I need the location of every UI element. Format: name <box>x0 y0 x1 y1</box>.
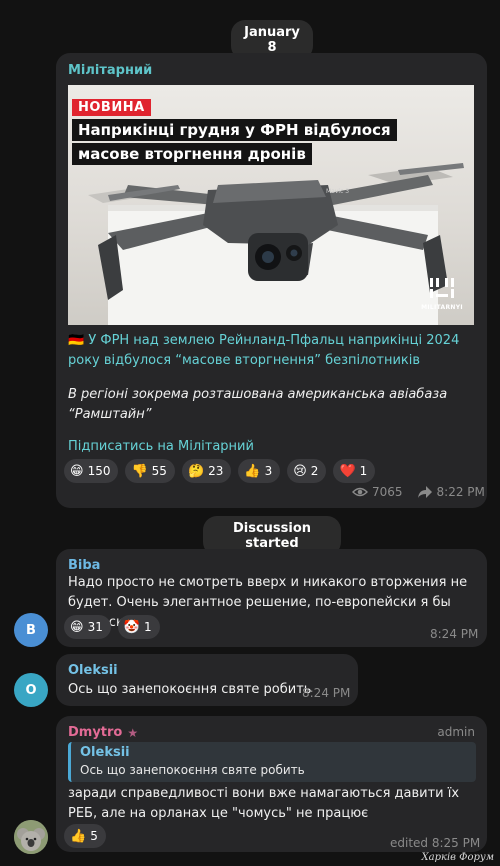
reply-text: Ось що занепокоєння святе робить <box>80 763 305 777</box>
channel-post: Мілітарний Mavic 3 НОВИНА Наприкінці гру… <box>56 53 487 508</box>
reaction-clown[interactable]: 🤡 1 <box>117 615 160 639</box>
reaction-grin[interactable]: 😁 150 <box>64 459 119 483</box>
post-text-2: В регіоні зокрема розташована американсь… <box>68 387 448 422</box>
reaction-thumbs-up[interactable]: 👍 5 <box>64 824 106 848</box>
share-forward-icon[interactable] <box>417 485 433 499</box>
reaction-sad[interactable]: 😢 2 <box>287 459 327 483</box>
watermark-text: MILITARNYI <box>421 304 463 311</box>
avatar-oleksii[interactable]: O <box>14 673 48 707</box>
message-text: Ось що занепокоєння святе робить <box>68 682 312 697</box>
post-image[interactable]: Mavic 3 НОВИНА Наприкінці грудня у ФРН в… <box>68 85 474 325</box>
message-time: 8:24 PM <box>430 627 479 641</box>
reply-quote[interactable]: Oleksii Ось що занепокоєння святе робить <box>68 742 476 782</box>
news-badge: НОВИНА <box>72 99 151 116</box>
reaction-thumbs-up[interactable]: 👍 3 <box>238 459 281 483</box>
message-oleksii: Oleksii Ось що занепокоєння святе робить… <box>56 654 358 706</box>
post-time: 8:22 PM <box>436 485 485 499</box>
drone-model-label: Mavic 3 <box>326 188 349 195</box>
message-time: 8:24 PM <box>302 686 351 700</box>
post-meta: 7065 8:22 PM <box>352 485 485 499</box>
koala-avatar-icon <box>14 820 48 854</box>
reply-sender: Oleksii <box>80 745 130 760</box>
avatar-dmytro[interactable] <box>14 820 48 854</box>
message-reactions: 😁 31 🤡 1 <box>64 615 160 639</box>
message-reactions: 👍 5 <box>64 824 106 848</box>
channel-name[interactable]: Мілітарний <box>68 63 152 78</box>
reaction-grin[interactable]: 😁 31 <box>64 615 111 639</box>
reaction-thinking[interactable]: 🤔 23 <box>181 459 232 483</box>
headline-line-1: Наприкінці грудня у ФРН відбулося <box>72 119 397 141</box>
post-text-1: 🇩🇪 У ФРН над землею Рейнланд-Пфальц напр… <box>68 333 460 368</box>
reaction-heart[interactable]: ❤️ 1 <box>333 459 376 483</box>
views-count: 7065 <box>372 485 403 499</box>
views-eye-icon <box>352 487 368 497</box>
sender-row: Dmytro ★ <box>68 725 138 740</box>
message-dmytro: Dmytro ★ admin Oleksii Ось що занепокоєн… <box>56 716 487 852</box>
message-time: edited 8:25 PM <box>390 836 481 850</box>
militarnyi-logo: MILITARNYI <box>420 276 464 311</box>
militarnyi-logo-mark-icon <box>430 278 454 298</box>
headline-line-2: масове вторгнення дронів <box>72 143 312 165</box>
sender-name[interactable]: Oleksii <box>68 663 118 678</box>
kharkiv-forum-watermark: Харків Форум <box>421 852 494 863</box>
message-biba: Biba Надо просто не смотреть вверх и ник… <box>56 549 487 647</box>
subscribe-link[interactable]: Підписатись на Мілітарний <box>68 437 254 457</box>
post-reactions: 😁 150 👎 55 🤔 23 👍 3 😢 2 ❤️ 1 <box>64 459 376 483</box>
avatar-biba[interactable]: B <box>14 613 48 647</box>
sender-name[interactable]: Dmytro <box>68 725 122 740</box>
message-text: заради справедливості вони вже намагають… <box>68 786 460 821</box>
sender-name[interactable]: Biba <box>68 558 100 573</box>
admin-label: admin <box>437 725 475 739</box>
star-icon: ★ <box>127 725 139 740</box>
reaction-thumbs-down[interactable]: 👎 55 <box>125 459 175 483</box>
